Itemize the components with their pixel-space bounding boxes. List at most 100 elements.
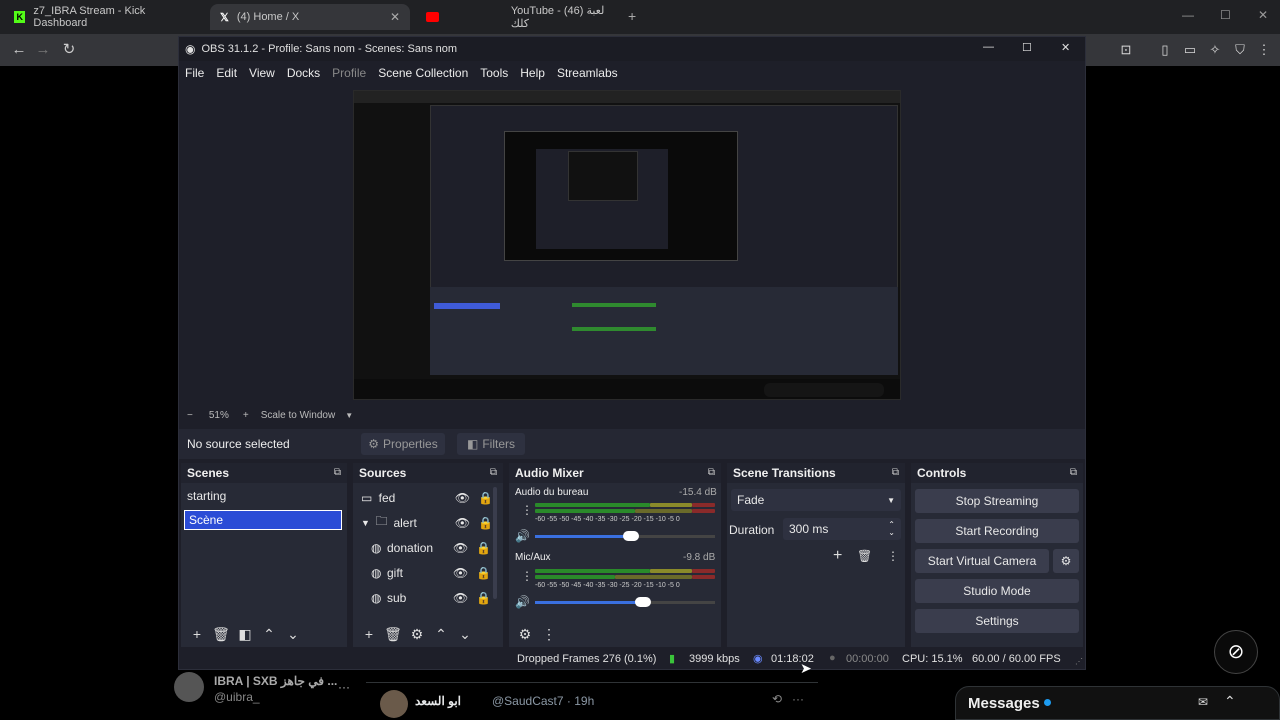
trash-icon[interactable]: 🗑 bbox=[857, 549, 872, 563]
volume-slider[interactable] bbox=[535, 531, 715, 541]
start-virtual-camera-button[interactable]: Start Virtual Camera bbox=[915, 549, 1049, 573]
close-icon[interactable]: ✕ bbox=[1061, 41, 1070, 54]
pop-out-icon[interactable]: ⧉ bbox=[1070, 463, 1077, 483]
more-icon[interactable]: ··· bbox=[338, 680, 350, 694]
tab-kick[interactable]: K z7_IBRA Stream - Kick Dashboard bbox=[4, 4, 204, 30]
arrow-down-icon[interactable]: ⌄ bbox=[283, 626, 303, 643]
speaker-icon[interactable]: 🔊 bbox=[515, 595, 530, 609]
zoom-mode[interactable]: Scale to Window bbox=[261, 410, 335, 421]
lock-icon[interactable]: 🔒 bbox=[476, 541, 491, 555]
minimize-icon[interactable]: — bbox=[983, 41, 994, 53]
avatar[interactable] bbox=[380, 690, 408, 718]
duration-spinbox[interactable]: 300 ms ⌃ ⌄ bbox=[783, 518, 901, 540]
mixer-settings-icon[interactable]: ⚙ bbox=[515, 626, 535, 643]
wallet-icon[interactable]: ▭ bbox=[1182, 42, 1198, 58]
add-icon[interactable]: + bbox=[833, 547, 842, 565]
tab-x-home[interactable]: 𝕏 (4) Home / X ✕ bbox=[210, 4, 410, 30]
arrow-up-icon[interactable]: ⌃ bbox=[431, 626, 451, 643]
maximize-icon[interactable]: ☐ bbox=[1022, 41, 1032, 54]
maximize-icon[interactable]: ☐ bbox=[1220, 8, 1231, 22]
preview-area[interactable] bbox=[179, 85, 1071, 405]
zoom-out-icon[interactable]: − bbox=[187, 410, 193, 421]
kebab-menu-icon[interactable]: ⋮ bbox=[539, 626, 559, 643]
scene-item[interactable]: starting bbox=[187, 489, 226, 503]
menu-profile[interactable]: Profile bbox=[332, 66, 366, 80]
menu-help[interactable]: Help bbox=[520, 66, 545, 80]
menu-streamlabs[interactable]: Streamlabs bbox=[557, 66, 618, 80]
start-recording-button[interactable]: Start Recording bbox=[915, 519, 1079, 543]
reload-icon[interactable]: ↻ bbox=[60, 41, 78, 59]
scene-item-selected[interactable]: Scène bbox=[184, 510, 342, 530]
preview-canvas[interactable] bbox=[353, 90, 901, 400]
speaker-icon[interactable]: 🔊 bbox=[515, 529, 530, 543]
eye-icon[interactable]: 👁 bbox=[453, 541, 468, 555]
source-item[interactable]: ▭ fed 👁 🔒 bbox=[353, 485, 493, 510]
tab-youtube[interactable]: YouTube - (46) لعبة كلك bbox=[416, 4, 626, 30]
kebab-menu-icon[interactable]: ⋮ bbox=[887, 549, 899, 563]
volume-slider[interactable] bbox=[535, 597, 715, 607]
pop-out-icon[interactable]: ⧉ bbox=[892, 463, 899, 483]
menu-file[interactable]: File bbox=[185, 66, 204, 80]
zoom-in-icon[interactable]: + bbox=[243, 410, 249, 421]
pop-out-icon[interactable]: ⧉ bbox=[708, 463, 715, 483]
chevron-down-icon[interactable]: ▼ bbox=[345, 411, 353, 420]
shield-icon[interactable]: ⛉ bbox=[1232, 42, 1248, 58]
forward-icon[interactable]: → bbox=[34, 41, 52, 59]
messages-drawer[interactable]: Messages ✉ ⌃ bbox=[955, 686, 1280, 720]
close-tab-icon[interactable]: ✕ bbox=[390, 10, 400, 24]
menu-scene-collection[interactable]: Scene Collection bbox=[378, 66, 468, 80]
scrollbar[interactable] bbox=[493, 487, 497, 599]
source-item[interactable]: ▼ 🗀 alert 👁 🔒 bbox=[353, 510, 493, 535]
trash-icon[interactable]: 🗑 bbox=[383, 626, 403, 643]
kebab-menu-icon[interactable]: ⋮ bbox=[521, 503, 533, 517]
eye-icon[interactable]: 👁 bbox=[453, 591, 468, 605]
translate-icon[interactable]: ⊡ bbox=[1118, 42, 1134, 58]
filter-icon[interactable]: ◧ bbox=[235, 626, 255, 643]
eye-icon[interactable]: 👁 bbox=[453, 566, 468, 580]
source-item[interactable]: ◍ sub 👁 🔒 bbox=[353, 585, 493, 610]
transition-select[interactable]: Fade ▼ bbox=[731, 489, 901, 511]
menu-tools[interactable]: Tools bbox=[480, 66, 508, 80]
spin-arrows-icon[interactable]: ⌃ ⌄ bbox=[888, 521, 895, 537]
eye-icon[interactable]: 👁 bbox=[455, 516, 470, 530]
new-tab-button[interactable]: + bbox=[628, 8, 636, 24]
lock-icon[interactable]: 🔒 bbox=[478, 491, 493, 505]
source-item[interactable]: ◍ gift 👁 🔒 bbox=[353, 560, 493, 585]
eye-icon[interactable]: 👁 bbox=[455, 491, 470, 505]
volume-knob[interactable] bbox=[623, 531, 639, 541]
resize-grip-icon[interactable]: ⋰ bbox=[1075, 657, 1083, 666]
gear-icon[interactable]: ⚙ bbox=[1053, 549, 1079, 573]
arrow-down-icon[interactable]: ⌄ bbox=[455, 626, 475, 643]
menu-docks[interactable]: Docks bbox=[287, 66, 320, 80]
minimize-icon[interactable]: — bbox=[1182, 8, 1194, 22]
settings-button[interactable]: Settings bbox=[915, 609, 1079, 633]
expand-icon[interactable]: ⌃ bbox=[1224, 693, 1236, 710]
pop-out-icon[interactable]: ⧉ bbox=[490, 463, 497, 483]
add-icon[interactable]: + bbox=[187, 626, 207, 642]
sidebar-icon[interactable]: ▯ bbox=[1157, 42, 1173, 58]
avatar[interactable] bbox=[174, 672, 204, 702]
studio-mode-button[interactable]: Studio Mode bbox=[915, 579, 1079, 603]
stop-streaming-button[interactable]: Stop Streaming bbox=[915, 489, 1079, 513]
more-icon[interactable]: ··· bbox=[792, 692, 804, 706]
lock-icon[interactable]: 🔒 bbox=[476, 591, 491, 605]
compose-message-icon[interactable]: ✉ bbox=[1198, 695, 1208, 709]
menu-icon[interactable]: ⋮ bbox=[1256, 42, 1272, 58]
pop-out-icon[interactable]: ⧉ bbox=[334, 463, 341, 483]
menu-edit[interactable]: Edit bbox=[216, 66, 237, 80]
lock-icon[interactable]: 🔒 bbox=[476, 566, 491, 580]
volume-knob[interactable] bbox=[635, 597, 651, 607]
grok-button[interactable]: ⊘ bbox=[1214, 630, 1258, 674]
menu-view[interactable]: View bbox=[249, 66, 275, 80]
lock-icon[interactable]: 🔒 bbox=[478, 516, 493, 530]
add-icon[interactable]: + bbox=[359, 626, 379, 642]
source-item[interactable]: ◍ donation 👁 🔒 bbox=[353, 535, 493, 560]
close-window-icon[interactable]: ✕ bbox=[1258, 8, 1268, 22]
properties-button[interactable]: ⚙ Properties bbox=[361, 433, 445, 455]
gear-icon[interactable]: ⚙ bbox=[407, 626, 427, 643]
kebab-menu-icon[interactable]: ⋮ bbox=[521, 569, 533, 583]
filters-button[interactable]: ◧ Filters bbox=[457, 433, 525, 455]
grok-icon[interactable]: ⟲ bbox=[772, 692, 782, 706]
ai-icon[interactable]: ✧ bbox=[1207, 42, 1223, 58]
chevron-down-icon[interactable]: ▼ bbox=[353, 518, 375, 528]
